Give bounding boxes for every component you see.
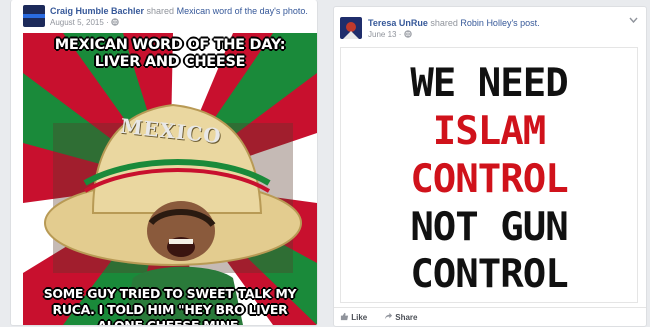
author-name-link[interactable]: Teresa UnRue — [368, 18, 428, 28]
like-label: Like — [351, 313, 368, 322]
share-label: Share — [395, 313, 418, 322]
share-arrow-icon — [384, 312, 395, 322]
share-verb: shared — [430, 18, 458, 28]
avatar[interactable] — [340, 17, 362, 39]
post-timestamp[interactable]: June 13 — [368, 30, 396, 39]
share-verb: shared — [146, 6, 175, 16]
avatar[interactable] — [23, 5, 45, 27]
share-button[interactable]: Share — [384, 312, 417, 322]
post-timestamp[interactable]: August 5, 2015 — [50, 18, 104, 27]
right-post-card: Teresa UnRue shared Robin Holley's post.… — [333, 6, 647, 327]
shared-item-link[interactable]: Robin Holley's post. — [460, 18, 539, 28]
profile-photo-icon — [340, 17, 362, 39]
author-name-link[interactable]: Craig Humble Bachler — [50, 6, 144, 16]
globe-icon[interactable] — [403, 30, 412, 39]
image-line-2: ISLAM — [432, 109, 546, 154]
like-button[interactable]: Like — [340, 312, 367, 322]
right-post-header: Teresa UnRue shared Robin Holley's post.… — [334, 7, 646, 47]
image-line-3: CONTROL — [410, 157, 568, 202]
globe-icon[interactable] — [111, 18, 119, 27]
meme-top-caption: MEXICAN WORD OF THE DAY: LIVER AND CHEES… — [54, 37, 286, 70]
shared-item-link[interactable]: Mexican word of the day's photo. — [177, 6, 308, 16]
left-post-card: Craig Humble Bachler shared Mexican word… — [10, 0, 318, 326]
meme-bottom-caption: SOME GUY TRIED TO SWEET TALK MY RUCA. I … — [43, 286, 297, 325]
meme-artwork — [23, 33, 317, 325]
image-line-4: NOT GUN — [410, 205, 568, 250]
shared-image[interactable]: WE NEED ISLAM CONTROL NOT GUN CONTROL — [340, 47, 638, 303]
separator-dot: · — [106, 18, 109, 27]
post-meta: August 5, 2015 · — [50, 18, 119, 27]
meme-image[interactable]: MEXICO MEXICAN WORD OF THE DAY: LIVER AN… — [23, 33, 317, 325]
post-actions-bar: Like Share — [334, 307, 646, 326]
image-line-1: WE NEED — [410, 61, 568, 106]
post-meta: June 13 · — [368, 30, 412, 39]
post-author-line: Craig Humble Bachler shared Mexican word… — [50, 6, 308, 16]
post-author-line: Teresa UnRue shared Robin Holley's post. — [368, 18, 540, 28]
flag-avatar-icon — [23, 5, 45, 27]
thumbs-up-icon — [340, 312, 351, 322]
image-line-5: CONTROL — [410, 252, 568, 297]
separator-dot: · — [398, 30, 402, 39]
chevron-down-icon[interactable] — [629, 15, 638, 25]
